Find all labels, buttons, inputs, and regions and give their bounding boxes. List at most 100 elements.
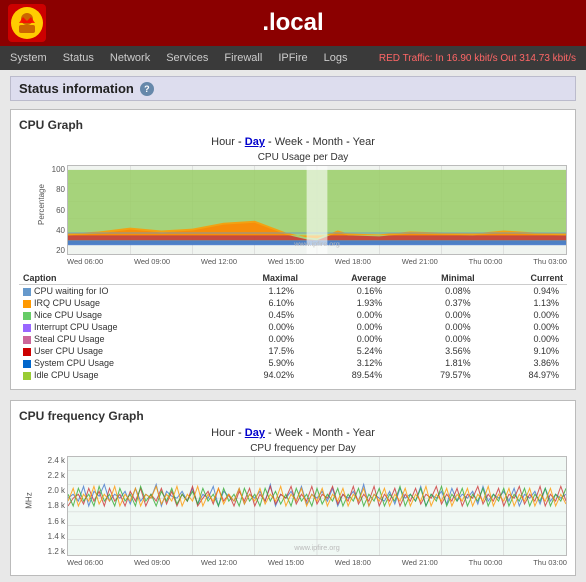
header-title: .local [262, 9, 323, 37]
svg-text:www.ipfire.org: www.ipfire.org [293, 241, 340, 248]
legend-header-row: Caption Maximal Average Minimal Current [19, 272, 567, 285]
legend-color-2 [23, 312, 31, 320]
legend-avg: 1.93% [302, 297, 390, 309]
legend-col-caption: Caption [19, 272, 214, 285]
freq-y-axis: 2.4 k 2.2 k 2.0 k 1.8 k 1.6 k 1.4 k 1.2 … [39, 456, 67, 556]
header: .local [0, 0, 586, 46]
legend-color-0 [23, 288, 31, 296]
legend-row: User CPU Usage 17.5% 5.24% 3.56% 9.10% [19, 345, 567, 357]
legend-max: 17.5% [214, 345, 302, 357]
legend-avg: 0.00% [302, 309, 390, 321]
legend-row: IRQ CPU Usage 6.10% 1.93% 0.37% 1.13% [19, 297, 567, 309]
legend-max: 94.02% [214, 369, 302, 381]
legend-avg: 0.00% [302, 321, 390, 333]
navbar: System Status Network Services Firewall … [0, 46, 586, 70]
traffic-info: RED Traffic: In 16.90 kbit/s Out 314.73 … [371, 53, 584, 64]
cpu-time-nav: Hour - Day - Week - Month - Year [19, 136, 567, 148]
cpu-x-axis: Wed 06:00 Wed 09:00 Wed 12:00 Wed 15:00 … [67, 255, 567, 266]
cpu-time-day[interactable]: Day [245, 136, 265, 148]
legend-label: CPU waiting for IO [19, 285, 214, 298]
legend-col-min: Minimal [390, 272, 478, 285]
nav-services[interactable]: Services [158, 50, 216, 66]
freq-x-axis: Wed 06:00 Wed 09:00 Wed 12:00 Wed 15:00 … [67, 556, 567, 567]
cpu-time-week[interactable]: Week [275, 136, 303, 148]
cpu-chart-title: CPU Usage per Day [39, 152, 567, 163]
legend-avg: 3.12% [302, 357, 390, 369]
cpu-time-hour[interactable]: Hour [211, 136, 235, 148]
legend-row: CPU waiting for IO 1.12% 0.16% 0.08% 0.9… [19, 285, 567, 298]
cpu-graph-section: CPU Graph Hour - Day - Week - Month - Ye… [10, 109, 576, 390]
header-logo [8, 4, 46, 42]
cpu-time-month[interactable]: Month [312, 136, 343, 148]
legend-label: User CPU Usage [19, 345, 214, 357]
nav-network[interactable]: Network [102, 50, 158, 66]
freq-time-nav: Hour - Day - Week - Month - Year [19, 427, 567, 439]
legend-max: 0.45% [214, 309, 302, 321]
nav-ipfire[interactable]: IPFire [270, 50, 315, 66]
legend-row: Idle CPU Usage 94.02% 89.54% 79.57% 84.9… [19, 369, 567, 381]
main-content: Status information ? CPU Graph Hour - Da… [0, 70, 586, 582]
freq-time-month[interactable]: Month [312, 427, 343, 439]
nav-system[interactable]: System [2, 50, 55, 66]
freq-y-axis-label: MHz [25, 492, 34, 508]
legend-col-cur: Current [479, 272, 567, 285]
legend-color-6 [23, 360, 31, 368]
cpu-freq-section: CPU frequency Graph Hour - Day - Week - … [10, 400, 576, 576]
legend-cur: 0.94% [479, 285, 567, 298]
legend-row: Steal CPU Usage 0.00% 0.00% 0.00% 0.00% [19, 333, 567, 345]
legend-max: 0.00% [214, 333, 302, 345]
freq-chart-area: www.ipfire.org Wed 06:00 Wed 09:00 Wed 1… [67, 456, 567, 567]
legend-label: Nice CPU Usage [19, 309, 214, 321]
legend-min: 1.81% [390, 357, 478, 369]
cpu-chart-container: CPU Usage per Day Percentage 100 80 60 4… [39, 152, 567, 266]
legend-min: 0.00% [390, 333, 478, 345]
legend-label: Steal CPU Usage [19, 333, 214, 345]
cpu-legend-table: Caption Maximal Average Minimal Current … [19, 272, 567, 381]
legend-col-avg: Average [302, 272, 390, 285]
legend-avg: 0.16% [302, 285, 390, 298]
legend-color-4 [23, 336, 31, 344]
freq-chart-svg: www.ipfire.org [67, 456, 567, 556]
legend-avg: 5.24% [302, 345, 390, 357]
cpu-chart-svg: www.ipfire.org [67, 165, 567, 255]
legend-avg: 0.00% [302, 333, 390, 345]
legend-color-1 [23, 300, 31, 308]
freq-chart-title: CPU frequency per Day [39, 443, 567, 454]
status-header: Status information ? [10, 76, 576, 101]
nav-logs[interactable]: Logs [316, 50, 356, 66]
legend-color-3 [23, 324, 31, 332]
legend-cur: 0.00% [479, 333, 567, 345]
nav-firewall[interactable]: Firewall [216, 50, 270, 66]
legend-cur: 9.10% [479, 345, 567, 357]
freq-chart-container: CPU frequency per Day MHz 2.4 k 2.2 k 2.… [39, 443, 567, 567]
freq-time-week[interactable]: Week [275, 427, 303, 439]
legend-cur: 0.00% [479, 321, 567, 333]
legend-cur: 1.13% [479, 297, 567, 309]
legend-col-max: Maximal [214, 272, 302, 285]
svg-text:www.ipfire.org: www.ipfire.org [293, 545, 340, 552]
legend-max: 1.12% [214, 285, 302, 298]
legend-label: Interrupt CPU Usage [19, 321, 214, 333]
legend-label: System CPU Usage [19, 357, 214, 369]
legend-label: IRQ CPU Usage [19, 297, 214, 309]
legend-max: 0.00% [214, 321, 302, 333]
freq-time-day[interactable]: Day [245, 427, 265, 439]
legend-label: Idle CPU Usage [19, 369, 214, 381]
legend-min: 0.00% [390, 309, 478, 321]
legend-avg: 89.54% [302, 369, 390, 381]
legend-cur: 84.97% [479, 369, 567, 381]
cpu-chart-area: www.ipfire.org Wed 06:00 Wed 09:00 Wed 1… [67, 165, 567, 266]
legend-cur: 3.86% [479, 357, 567, 369]
page-title: Status information [19, 81, 134, 96]
cpu-freq-title: CPU frequency Graph [19, 409, 567, 423]
nav-status[interactable]: Status [55, 50, 102, 66]
cpu-y-axis-label: Percentage [37, 184, 46, 225]
legend-color-7 [23, 372, 31, 380]
legend-cur: 0.00% [479, 309, 567, 321]
freq-time-hour[interactable]: Hour [211, 427, 235, 439]
info-icon[interactable]: ? [140, 82, 154, 96]
cpu-time-year[interactable]: Year [353, 136, 375, 148]
freq-time-year[interactable]: Year [353, 427, 375, 439]
legend-min: 0.08% [390, 285, 478, 298]
legend-row: Nice CPU Usage 0.45% 0.00% 0.00% 0.00% [19, 309, 567, 321]
